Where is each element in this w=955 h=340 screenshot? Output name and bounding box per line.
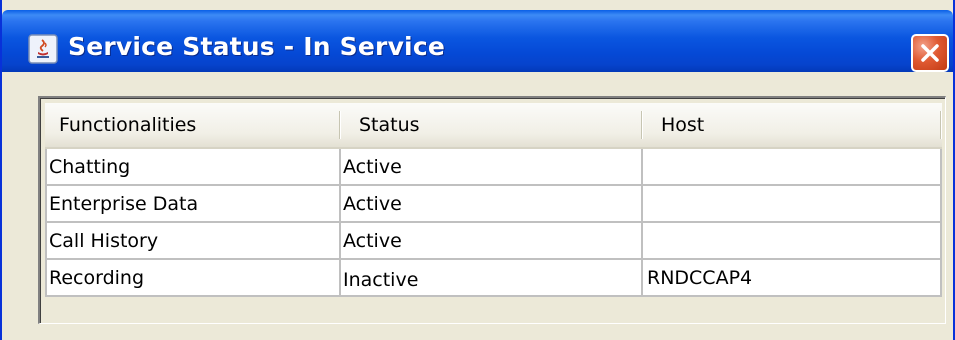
window-title: Service Status - In Service	[68, 32, 446, 61]
cell-functionality: Enterprise Data	[45, 186, 341, 223]
cell-host	[643, 149, 942, 186]
status-table: Functionalities Status Host Chatting Act…	[38, 96, 946, 324]
table-row[interactable]: Recording Inactive RNDCCAP4	[45, 260, 942, 297]
service-status-window: Service Status - In Service Functionalit…	[0, 0, 955, 340]
cell-functionality: Chatting	[45, 149, 341, 186]
cell-status: Inactive	[341, 260, 643, 297]
cell-status: Active	[341, 186, 643, 223]
java-app-icon	[28, 34, 58, 64]
cell-host	[643, 186, 942, 223]
column-header-host[interactable]: Host	[643, 103, 942, 147]
cell-status: Active	[341, 149, 643, 186]
table-row[interactable]: Chatting Active	[45, 149, 942, 186]
close-button[interactable]	[911, 34, 949, 72]
cell-status: Active	[341, 223, 643, 260]
cell-host: RNDCCAP4	[643, 260, 942, 297]
column-header-status[interactable]: Status	[341, 103, 643, 147]
cell-functionality: Call History	[45, 223, 341, 260]
title-bar[interactable]: Service Status - In Service	[2, 10, 953, 72]
table-row[interactable]: Enterprise Data Active	[45, 186, 942, 223]
table-frame: Functionalities Status Host Chatting Act…	[40, 98, 945, 323]
column-header-functionalities[interactable]: Functionalities	[45, 103, 341, 147]
table-row[interactable]: Call History Active	[45, 223, 942, 260]
cell-host	[643, 223, 942, 260]
cell-functionality: Recording	[45, 260, 341, 297]
close-icon	[921, 44, 939, 62]
table-header: Functionalities Status Host	[45, 103, 942, 149]
